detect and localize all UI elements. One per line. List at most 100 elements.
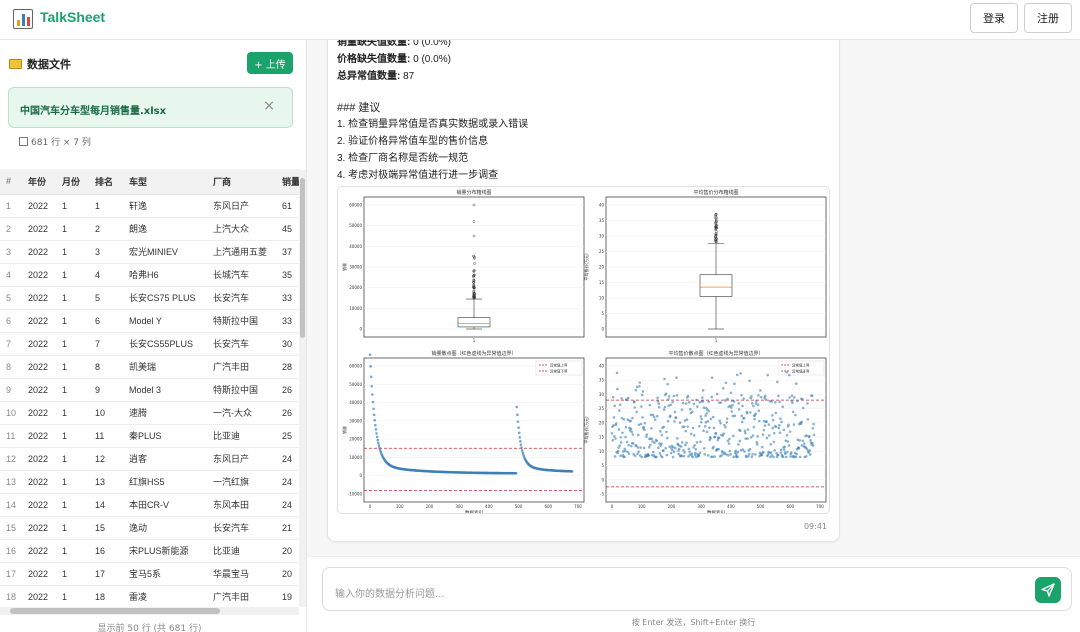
- scatter-point: [665, 430, 668, 434]
- y-tick-label: 35: [599, 218, 605, 223]
- table-cell: 2022: [22, 263, 56, 287]
- column-header[interactable]: 排名: [89, 169, 123, 195]
- column-header[interactable]: 月份: [56, 169, 89, 195]
- table-row[interactable]: 12 2022 1 12 逍客 东风日产 24: [0, 447, 299, 471]
- table-row[interactable]: 8 2022 1 8 凯美瑞 广汽丰田 28: [0, 355, 299, 379]
- scatter-point: [787, 423, 790, 427]
- scatter-point: [638, 381, 642, 384]
- vertical-scrollbar[interactable]: [299, 170, 306, 607]
- scatter-point: [656, 399, 660, 403]
- table-cell: 19: [280, 585, 299, 607]
- table-row[interactable]: 18 2022 1 18 雷凌 广汽丰田 19: [0, 585, 299, 607]
- table-cell: 2022: [22, 562, 56, 586]
- table-row[interactable]: 9 2022 1 9 Model 3 特斯拉中国 26: [0, 378, 299, 402]
- scatter-point: [736, 455, 739, 458]
- scatter-point: [809, 438, 812, 442]
- scatter-point: [721, 386, 725, 390]
- column-header[interactable]: #: [0, 169, 22, 195]
- scatter-point: [641, 390, 645, 393]
- table-row[interactable]: 4 2022 1 4 哈弗H6 长城汽车 35: [0, 263, 299, 287]
- scatter-point: [787, 444, 791, 447]
- scatter-point: [793, 396, 796, 399]
- input-placeholder[interactable]: 输入你的数据分析问题...: [335, 585, 445, 600]
- column-header[interactable]: 厂商: [207, 169, 280, 195]
- scatter-point: [702, 429, 705, 433]
- table-row[interactable]: 11 2022 1 11 秦PLUS 比亚迪 25: [0, 424, 299, 448]
- input-hint: 按 Enter 发送，Shift+Enter 换行: [631, 618, 756, 627]
- register-button[interactable]: 注册: [1024, 3, 1072, 33]
- y-tick-label: -10000: [348, 492, 363, 497]
- table-row[interactable]: 16 2022 1 16 宋PLUS新能源 比亚迪 20: [0, 539, 299, 563]
- table-row[interactable]: 14 2022 1 14 本田CR-V 东风本田 24: [0, 493, 299, 517]
- table-cell: 26: [280, 378, 299, 402]
- scatter-point: [811, 444, 815, 447]
- table-cell: 华晨宝马: [207, 562, 280, 586]
- table-cell: 秦PLUS: [123, 424, 207, 448]
- scatter-point: [375, 432, 378, 435]
- column-header[interactable]: 年份: [22, 169, 56, 195]
- x-tick-label: 500: [515, 504, 523, 509]
- column-header[interactable]: 销量: [280, 169, 299, 195]
- scatter-point: [751, 434, 755, 437]
- table-row[interactable]: 17 2022 1 17 宝马5系 华晨宝马 20: [0, 562, 299, 586]
- scatter-point: [643, 421, 647, 425]
- scatter-point: [730, 410, 734, 413]
- scatter-point: [519, 443, 523, 446]
- scatter-point: [781, 405, 785, 409]
- table-row[interactable]: 15 2022 1 15 逸动 长安汽车 21: [0, 516, 299, 540]
- scatter-point: [684, 402, 688, 405]
- table-cell: 11: [0, 424, 22, 448]
- table-row[interactable]: 10 2022 1 10 速腾 一汽-大众 26: [0, 401, 299, 425]
- y-tick-label: 0: [359, 327, 362, 332]
- scatter-point: [773, 449, 776, 452]
- scatter-point: [750, 395, 753, 398]
- scatter-point: [756, 403, 760, 407]
- upload-button[interactable]: + 上传: [247, 52, 293, 74]
- table-cell: 18: [89, 585, 123, 607]
- horizontal-scrollbar[interactable]: [0, 607, 299, 615]
- scatter-point: [689, 407, 692, 411]
- scatter-point: [771, 414, 774, 417]
- table-row[interactable]: 2 2022 1 2 朗逸 上汽大众 45: [0, 217, 299, 241]
- question-input[interactable]: 输入你的数据分析问题...: [322, 567, 1072, 611]
- scatter-point: [613, 404, 617, 408]
- scatter-point: [718, 419, 722, 423]
- scatter-point: [518, 436, 522, 439]
- login-button[interactable]: 登录: [970, 3, 1018, 33]
- scatter-point: [749, 436, 753, 439]
- scatter-point: [613, 455, 617, 458]
- table-row[interactable]: 5 2022 1 5 长安CS75 PLUS 长安汽车 33: [0, 286, 299, 310]
- vertical-scroll-thumb[interactable]: [300, 178, 305, 338]
- message-line: 3. 检查厂商名称是否统一规范: [337, 153, 469, 164]
- scatter-point: [615, 371, 619, 375]
- table-row[interactable]: 13 2022 1 13 红旗HS5 一汽红旗 24: [0, 470, 299, 494]
- horizontal-scroll-thumb[interactable]: [10, 608, 220, 614]
- table-row[interactable]: 1 2022 1 1 轩逸 东风日产 61: [0, 194, 299, 218]
- table-cell: 33: [280, 286, 299, 310]
- scatter-point: [374, 423, 377, 427]
- table-row[interactable]: 6 2022 1 6 Model Y 特斯拉中国 33: [0, 309, 299, 333]
- close-icon[interactable]: ×: [263, 98, 275, 114]
- scatter-point: [759, 395, 763, 399]
- scatter-point: [727, 442, 731, 445]
- scatter-point: [375, 435, 379, 439]
- x-tick-label: 400: [727, 504, 735, 509]
- table-row[interactable]: 3 2022 1 3 宏光MINIEV 上汽通用五菱 37: [0, 240, 299, 264]
- file-card[interactable]: 中国汽车分车型每月销售量.xlsx ×: [8, 87, 293, 128]
- scatter-point: [728, 449, 732, 453]
- file-name[interactable]: 中国汽车分车型每月销售量.xlsx: [20, 102, 166, 117]
- data-files-panel: 数据文件 + 上传 中国汽车分车型每月销售量.xlsx × 681 行 × 7 …: [0, 40, 307, 632]
- scatter-point: [642, 425, 645, 429]
- table-cell: 特斯拉中国: [207, 378, 280, 402]
- scatter-point: [792, 423, 796, 426]
- scatter-point: [650, 426, 653, 430]
- table-cell: 特斯拉中国: [207, 309, 280, 333]
- column-header[interactable]: 车型: [123, 169, 207, 195]
- scatter-point: [798, 439, 802, 442]
- table-row[interactable]: 7 2022 1 7 长安CS55PLUS 长安汽车 30: [0, 332, 299, 356]
- scatter-point: [725, 421, 729, 424]
- scatter-point: [812, 422, 815, 426]
- send-button[interactable]: [1035, 577, 1061, 603]
- scatter-point: [759, 389, 762, 392]
- scatter-point: [655, 414, 659, 418]
